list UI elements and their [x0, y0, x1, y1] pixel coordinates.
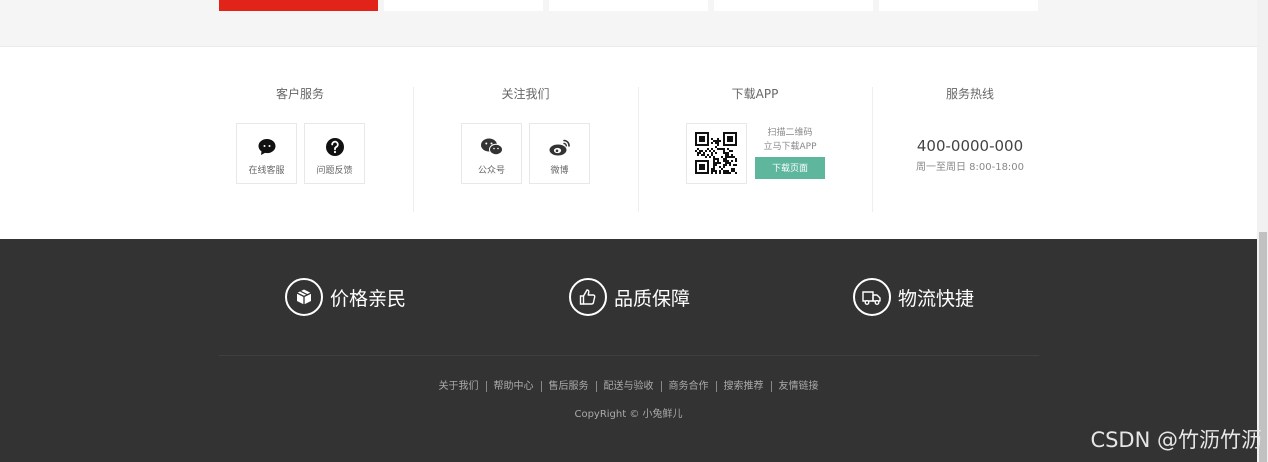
feedback-button[interactable]: 问题反馈: [304, 123, 365, 184]
product-card[interactable]: [219, 0, 378, 11]
weibo-icon: [530, 137, 589, 157]
hotline-hours: 周一至周日 8:00-18:00: [915, 162, 1025, 173]
follow-us-column: 关注我们 公众号 微博: [413, 47, 638, 239]
column-title: 关注我们: [501, 87, 550, 101]
column-title: 下载APP: [731, 87, 779, 101]
feature-price-label: 价格亲民: [330, 287, 407, 310]
thumbs-up-icon: [569, 278, 607, 316]
box-icon: [285, 278, 323, 316]
column-title: 服务热线: [945, 87, 994, 101]
qr-code: [686, 123, 747, 184]
download-page-button[interactable]: 下载页面: [755, 157, 825, 179]
weibo-button[interactable]: 微博: [529, 123, 590, 184]
truck-icon: [853, 278, 891, 316]
product-card[interactable]: [879, 0, 1038, 11]
feature-quality: 品质保障: [569, 277, 690, 317]
product-card[interactable]: [714, 0, 873, 11]
product-strip: [0, 0, 1257, 47]
footer-link-delivery[interactable]: 配送与验收: [595, 381, 661, 392]
online-service-label: 在线客服: [248, 166, 285, 176]
question-icon: [305, 137, 364, 157]
download-app-column: 下载APP 扫描二维码 立马下载APP 下载页面: [638, 47, 872, 239]
qr-download-text: 立马下载APP: [763, 142, 817, 152]
service-section: 客户服务 在线客服 问题反馈 关注我们 公众号 微博 下载APP 扫描二维码 立…: [0, 47, 1257, 239]
footer: 价格亲民 品质保障 物流快捷 关于我们 帮助中心 售后服务 配送与验收 商务合作…: [0, 239, 1257, 462]
feature-quality-label: 品质保障: [614, 287, 691, 310]
feature-price: 价格亲民: [285, 277, 406, 317]
feedback-label: 问题反馈: [316, 166, 353, 176]
footer-link-about[interactable]: 关于我们: [432, 381, 486, 392]
footer-link-search[interactable]: 搜索推荐: [715, 381, 771, 392]
watermark: CSDN @竹沥竹沥: [1090, 428, 1262, 452]
hotline-number: 400-0000-000: [916, 137, 1024, 155]
column-title: 客户服务: [275, 87, 324, 101]
product-card[interactable]: [549, 0, 708, 11]
product-card[interactable]: [384, 0, 543, 11]
wechat-button[interactable]: 公众号: [461, 123, 522, 184]
weibo-label: 微博: [550, 166, 569, 176]
wechat-icon: [462, 137, 521, 157]
feature-logistics-label: 物流快捷: [898, 287, 975, 310]
chat-bubble-icon: [237, 137, 296, 157]
footer-divider: [219, 355, 1039, 356]
wechat-label: 公众号: [477, 166, 505, 176]
hotline-column: 服务热线 400-0000-000 周一至周日 8:00-18:00: [872, 47, 1068, 239]
copyright: CopyRight © 小兔鲜儿: [574, 409, 683, 420]
footer-link-help[interactable]: 帮助中心: [485, 381, 541, 392]
qr-scan-text: 扫描二维码: [767, 128, 813, 138]
footer-link-business[interactable]: 商务合作: [660, 381, 716, 392]
footer-links: 关于我们 帮助中心 售后服务 配送与验收 商务合作 搜索推荐 友情链接: [0, 381, 1257, 392]
qr-code-image: [695, 132, 737, 174]
customer-service-column: 客户服务 在线客服 问题反馈: [187, 47, 413, 239]
footer-link-friends[interactable]: 友情链接: [770, 381, 826, 392]
footer-link-after-sales[interactable]: 售后服务: [540, 381, 596, 392]
online-service-button[interactable]: 在线客服: [236, 123, 297, 184]
feature-logistics: 物流快捷: [853, 277, 974, 317]
